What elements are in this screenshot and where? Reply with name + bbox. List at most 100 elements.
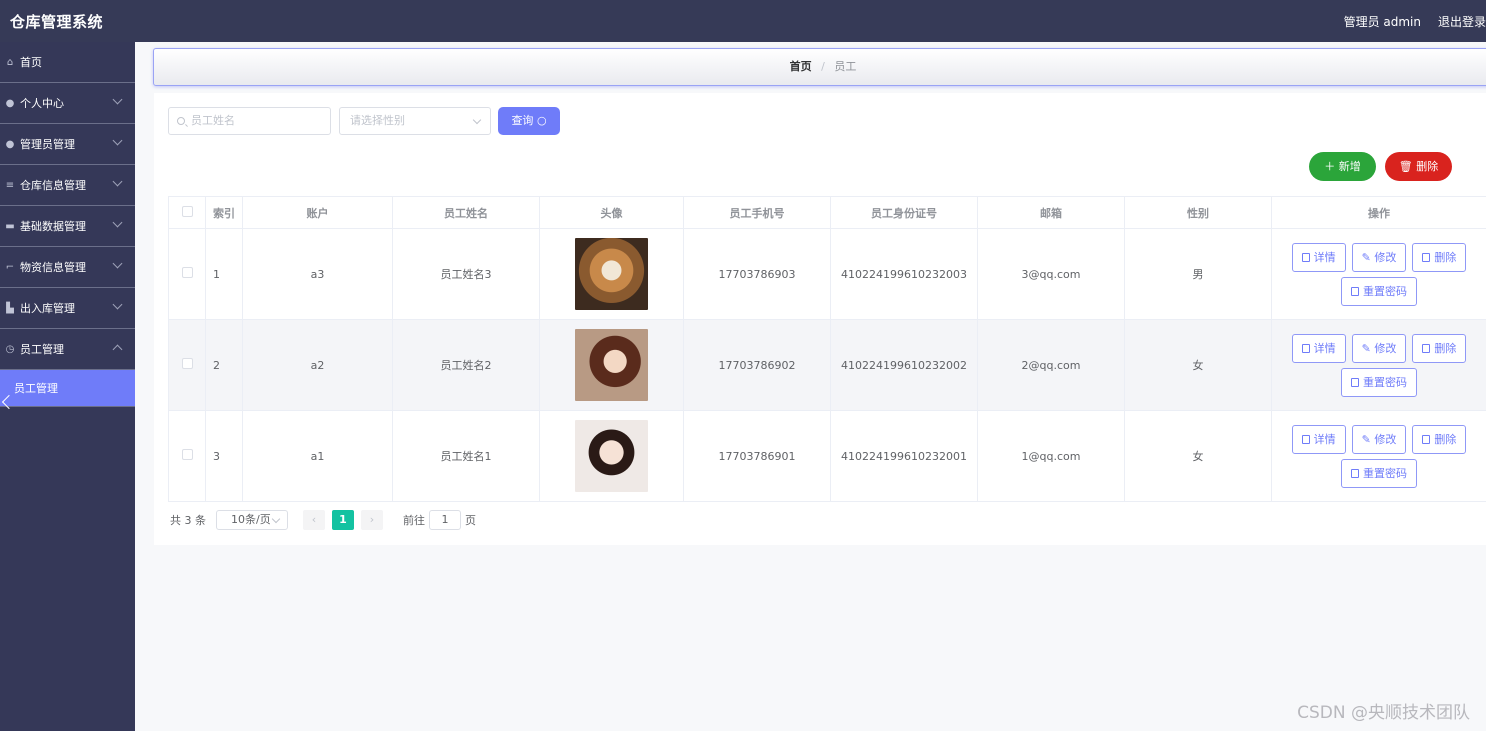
select-all-checkbox[interactable] bbox=[181, 205, 193, 217]
breadcrumb-separator: / bbox=[821, 60, 825, 73]
breadcrumb-current: 员工 bbox=[834, 60, 857, 73]
watermark: CSDN @央顺技术团队 bbox=[1297, 703, 1470, 723]
delete-label: 删除 bbox=[1434, 341, 1457, 355]
thumb-icon: ▙ bbox=[6, 302, 14, 314]
header-phone: 员工手机号 bbox=[683, 196, 831, 229]
edit-button[interactable]: ✎ 修改 bbox=[1351, 242, 1407, 272]
delete-button[interactable]: 删除 bbox=[1412, 242, 1467, 272]
add-label: 新增 bbox=[1338, 160, 1361, 173]
sidebar-item-materials[interactable]: ⌐ 物资信息管理 bbox=[0, 247, 135, 288]
top-bar: 仓库管理系统 管理员 admin 退出登录 bbox=[0, 0, 1486, 42]
detail-label: 详情 bbox=[1313, 432, 1336, 446]
table-header-row: 索引 账户 员工姓名 头像 员工手机号 员工身份证号 邮箱 性别 操作 bbox=[168, 196, 1486, 229]
row-account: a3 bbox=[242, 228, 393, 320]
delete-button[interactable]: 删除 bbox=[1412, 333, 1467, 363]
sidebar: ⌂ 首页 ● 个人中心 ● 管理员管理 ≡ 仓库信息管理 ▬ 基础数据管理 ⌐ … bbox=[0, 42, 135, 731]
row-name: 员工姓名1 bbox=[392, 410, 540, 502]
chevron-down-icon bbox=[112, 217, 123, 228]
sidebar-item-warehouse[interactable]: ≡ 仓库信息管理 bbox=[0, 165, 135, 206]
employee-name-placeholder: 员工姓名 bbox=[191, 114, 235, 127]
goto-page-input[interactable]: 1 bbox=[429, 510, 461, 530]
header-right: 管理员 admin 退出登录 bbox=[1344, 13, 1486, 30]
collapse-arrow-icon[interactable] bbox=[0, 395, 14, 409]
next-page-button[interactable]: › bbox=[361, 510, 383, 530]
row-account: a2 bbox=[242, 319, 393, 411]
goto-page: 前往 1 页 bbox=[403, 510, 476, 530]
reset-password-button[interactable]: 重置密码 bbox=[1341, 276, 1417, 306]
employee-table: 索引 账户 员工姓名 头像 员工手机号 员工身份证号 邮箱 性别 操作 1 a3… bbox=[168, 196, 1486, 502]
reset-password-button[interactable]: 重置密码 bbox=[1341, 458, 1417, 488]
clock-icon: ◷ bbox=[5, 343, 15, 355]
table-row: 3 a1 员工姓名1 17703786901 41022419961023200… bbox=[168, 410, 1486, 502]
avatar bbox=[575, 238, 648, 310]
detail-button[interactable]: 详情 bbox=[1291, 424, 1346, 454]
header-index: 索引 bbox=[205, 196, 243, 229]
sidebar-subitem-staff[interactable]: 员工管理 bbox=[0, 370, 135, 407]
row-checkbox[interactable] bbox=[181, 358, 193, 369]
gender-placeholder: 请选择性别 bbox=[350, 114, 405, 127]
trash-icon bbox=[1422, 434, 1431, 444]
sidebar-item-profile[interactable]: ● 个人中心 bbox=[0, 83, 135, 124]
query-button[interactable]: 查询 ○ bbox=[498, 107, 560, 135]
gender-select[interactable]: 请选择性别 bbox=[339, 107, 491, 135]
list-icon: ≡ bbox=[5, 179, 15, 191]
document-icon bbox=[1351, 377, 1359, 387]
row-id-card: 410224199610232002 bbox=[830, 319, 978, 411]
row-name: 员工姓名2 bbox=[392, 319, 540, 411]
query-label: 查询 bbox=[511, 114, 534, 127]
add-button[interactable]: ＋ 新增 bbox=[1309, 152, 1376, 181]
page-number-button[interactable]: 1 bbox=[332, 510, 354, 530]
row-gender: 男 bbox=[1124, 228, 1272, 320]
row-checkbox[interactable] bbox=[181, 267, 193, 278]
search-icon bbox=[177, 117, 185, 125]
pagination: 共 3 条 10条/页 ‹ 1 › 前往 1 页 bbox=[170, 510, 476, 530]
header-name: 员工姓名 bbox=[392, 196, 540, 229]
sidebar-item-home[interactable]: ⌂ 首页 bbox=[0, 42, 135, 83]
edit-label: 修改 bbox=[1374, 341, 1397, 355]
select-all-cell bbox=[168, 196, 206, 229]
row-select-cell bbox=[168, 228, 206, 320]
chevron-down-icon bbox=[472, 115, 482, 125]
employee-name-input[interactable]: 员工姓名 bbox=[168, 107, 331, 135]
sidebar-item-label: 物资信息管理 bbox=[20, 261, 86, 274]
sidebar-item-basic-data[interactable]: ▬ 基础数据管理 bbox=[0, 206, 135, 247]
chevron-down-icon bbox=[112, 135, 123, 146]
breadcrumb: 首页 / 员工 bbox=[153, 48, 1486, 86]
row-phone: 17703786902 bbox=[683, 319, 831, 411]
avatar bbox=[575, 420, 648, 492]
reset-password-button[interactable]: 重置密码 bbox=[1341, 367, 1417, 397]
logout-link[interactable]: 退出登录 bbox=[1438, 13, 1486, 30]
row-checkbox[interactable] bbox=[181, 449, 193, 460]
goto-prefix: 前往 bbox=[403, 514, 425, 527]
document-icon bbox=[1301, 343, 1310, 353]
bulk-delete-button[interactable]: 🗑 删除 bbox=[1385, 152, 1452, 181]
chevron-up-icon bbox=[112, 344, 123, 355]
trash-icon: 🗑 bbox=[1398, 160, 1413, 173]
header-id-card: 员工身份证号 bbox=[830, 196, 978, 229]
crop-icon: ⌐ bbox=[5, 261, 15, 273]
row-index: 2 bbox=[205, 319, 243, 411]
detail-label: 详情 bbox=[1313, 250, 1336, 264]
detail-button[interactable]: 详情 bbox=[1291, 242, 1346, 272]
sidebar-item-admins[interactable]: ● 管理员管理 bbox=[0, 124, 135, 165]
delete-button[interactable]: 删除 bbox=[1412, 424, 1467, 454]
edit-button[interactable]: ✎ 修改 bbox=[1351, 424, 1407, 454]
row-avatar-cell bbox=[539, 410, 684, 502]
edit-button[interactable]: ✎ 修改 bbox=[1351, 333, 1407, 363]
search-icon: ○ bbox=[536, 114, 547, 127]
row-phone: 17703786903 bbox=[683, 228, 831, 320]
goto-suffix: 页 bbox=[465, 514, 476, 527]
row-id-card: 410224199610232003 bbox=[830, 228, 978, 320]
home-icon: ⌂ bbox=[6, 56, 14, 68]
detail-button[interactable]: 详情 bbox=[1291, 333, 1346, 363]
sidebar-item-staff[interactable]: ◷ 员工管理 bbox=[0, 329, 135, 370]
prev-page-button[interactable]: ‹ bbox=[303, 510, 325, 530]
page-size-select[interactable]: 10条/页 bbox=[216, 510, 288, 530]
content-panel: 员工姓名 请选择性别 查询 ○ ＋ 新增 🗑 删除 索引 账户 员工姓名 头像 … bbox=[154, 93, 1486, 545]
sidebar-item-inout[interactable]: ▙ 出入库管理 bbox=[0, 288, 135, 329]
breadcrumb-home[interactable]: 首页 bbox=[790, 60, 812, 73]
sidebar-item-label: 个人中心 bbox=[20, 97, 64, 110]
row-index: 1 bbox=[205, 228, 243, 320]
row-index: 3 bbox=[205, 410, 243, 502]
reset-label: 重置密码 bbox=[1363, 284, 1407, 298]
